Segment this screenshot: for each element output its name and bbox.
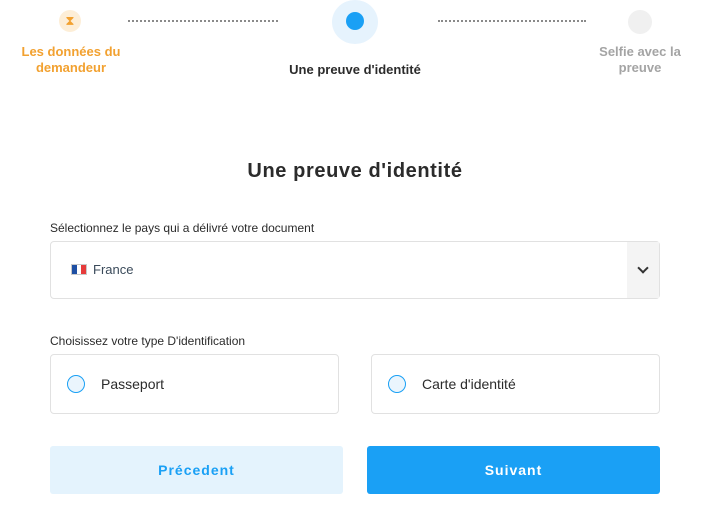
step-3-indicator [628, 10, 652, 34]
previous-button[interactable]: Précedent [50, 446, 343, 494]
country-field-label: Sélectionnez le pays qui a délivré votre… [50, 221, 315, 235]
id-option-id-card[interactable]: Carte d'identité [371, 354, 660, 414]
step-1-label[interactable]: Les données du demandeur [15, 44, 127, 76]
step-connector-2 [438, 20, 586, 22]
id-type-label: Choisissez votre type D'identification [50, 334, 246, 348]
page-title: Une preuve d'identité [247, 160, 463, 182]
id-option-id-card-label: Carte d'identité [422, 376, 516, 392]
id-option-passport[interactable]: Passeport [50, 354, 339, 414]
progress-stepper: ⧗ Les données du demandeur Une preuve d'… [0, 0, 710, 100]
country-selected-label: France [93, 262, 134, 277]
radio-id-card[interactable] [388, 375, 406, 393]
country-select-value: France [71, 262, 133, 277]
step-connector-1 [128, 20, 278, 22]
france-flag-icon [71, 264, 87, 275]
next-button[interactable]: Suivant [367, 446, 660, 494]
radio-passport[interactable] [67, 375, 85, 393]
step-2-label: Une preuve d'identité [289, 62, 421, 77]
id-option-passport-label: Passeport [101, 376, 165, 392]
step-2-indicator [346, 12, 364, 30]
chevron-down-icon [637, 262, 649, 274]
step-1-indicator[interactable]: ⧗ [59, 10, 81, 32]
hourglass-icon: ⧗ [65, 13, 75, 29]
step-3-label: Selfie avec la preuve [599, 44, 681, 75]
dropdown-toggle[interactable] [627, 242, 659, 298]
country-select[interactable]: France [50, 241, 660, 299]
